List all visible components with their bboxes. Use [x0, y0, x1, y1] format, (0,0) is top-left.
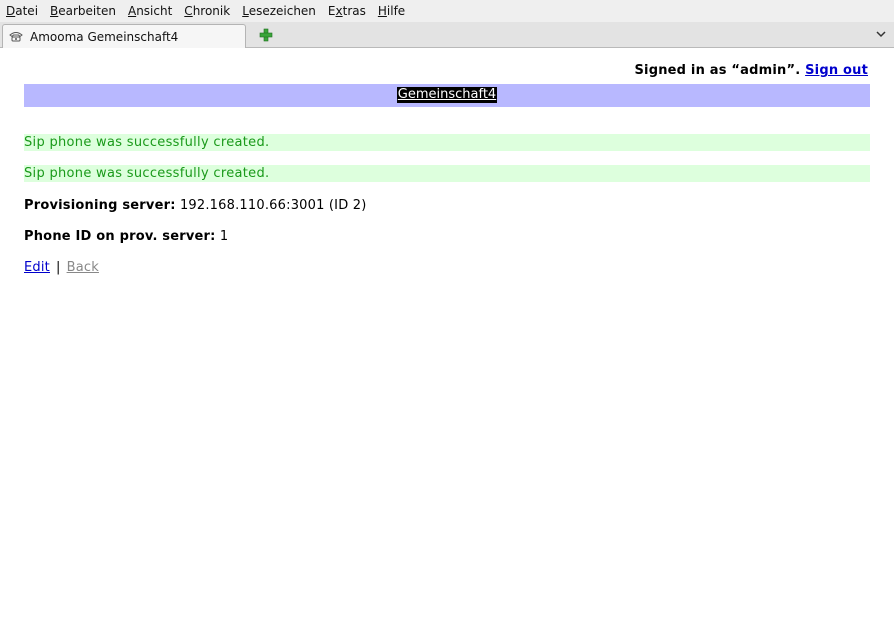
flash-notice: Sip phone was successfully created.	[24, 134, 870, 151]
menu-ansicht-label: nsicht	[136, 4, 173, 18]
menu-chronik[interactable]: Chronik	[184, 4, 230, 18]
tab-title: Amooma Gemeinschaft4	[30, 29, 179, 44]
menu-chronik-label: hronik	[192, 4, 231, 18]
header-bar: Gemeinschaft4	[24, 84, 870, 107]
menu-hilfe[interactable]: Hilfe	[378, 4, 405, 18]
menu-extras[interactable]: Extras	[328, 4, 366, 18]
sign-out-link[interactable]: Sign out	[805, 63, 868, 78]
flash-notice: Sip phone was successfully created.	[24, 165, 870, 182]
provisioning-server-label: Provisioning server:	[24, 198, 176, 213]
phone-id-value: 1	[219, 229, 229, 244]
tab-bar: Amooma Gemeinschaft4	[0, 22, 894, 48]
link-separator: |	[55, 260, 61, 275]
chevron-down-icon[interactable]	[874, 27, 888, 41]
menu-ansicht-accel: A	[127, 4, 137, 18]
signed-in-text: Signed in as “admin”.	[634, 63, 801, 78]
phone-id-label: Phone ID on prov. server:	[24, 229, 216, 244]
menu-hilfe-accel: H	[377, 4, 387, 18]
browser-tab[interactable]: Amooma Gemeinschaft4	[2, 24, 246, 48]
menu-bar: Datei Bearbeiten Ansicht Chronik Lesezei…	[0, 0, 894, 22]
menu-datei[interactable]: Datei	[6, 4, 38, 18]
menu-ansicht[interactable]: Ansicht	[128, 4, 172, 18]
page-content: Signed in as “admin”. Sign out Gemeinsch…	[0, 48, 894, 626]
telephone-icon	[9, 31, 25, 43]
session-status: Signed in as “admin”. Sign out	[634, 63, 868, 78]
menu-datei-label: atei	[15, 4, 39, 18]
action-links: Edit | Back	[24, 260, 99, 275]
phone-id-row: Phone ID on prov. server: 1	[24, 229, 228, 244]
menu-lesezeichen[interactable]: Lesezeichen	[242, 4, 316, 18]
menu-datei-accel: D	[6, 4, 16, 18]
provisioning-server-row: Provisioning server: 192.168.110.66:3001…	[24, 198, 367, 213]
menu-chronik-accel: C	[184, 4, 193, 18]
menu-hilfe-label: ilfe	[386, 4, 406, 18]
menu-lesezeichen-label: esezeichen	[248, 4, 316, 18]
menu-extras-e: E	[327, 4, 336, 18]
menu-bearbeiten-label: earbeiten	[58, 4, 116, 18]
back-link[interactable]: Back	[67, 260, 99, 275]
menu-extras-rest: tras	[342, 4, 366, 18]
new-tab-plus-icon[interactable]	[256, 26, 276, 44]
menu-extras-accel: x	[335, 4, 343, 18]
provisioning-server-value: 192.168.110.66:3001 (ID 2)	[179, 198, 367, 213]
edit-link[interactable]: Edit	[24, 260, 50, 275]
home-link[interactable]: Gemeinschaft4	[396, 87, 498, 103]
menu-bearbeiten[interactable]: Bearbeiten	[50, 4, 116, 18]
